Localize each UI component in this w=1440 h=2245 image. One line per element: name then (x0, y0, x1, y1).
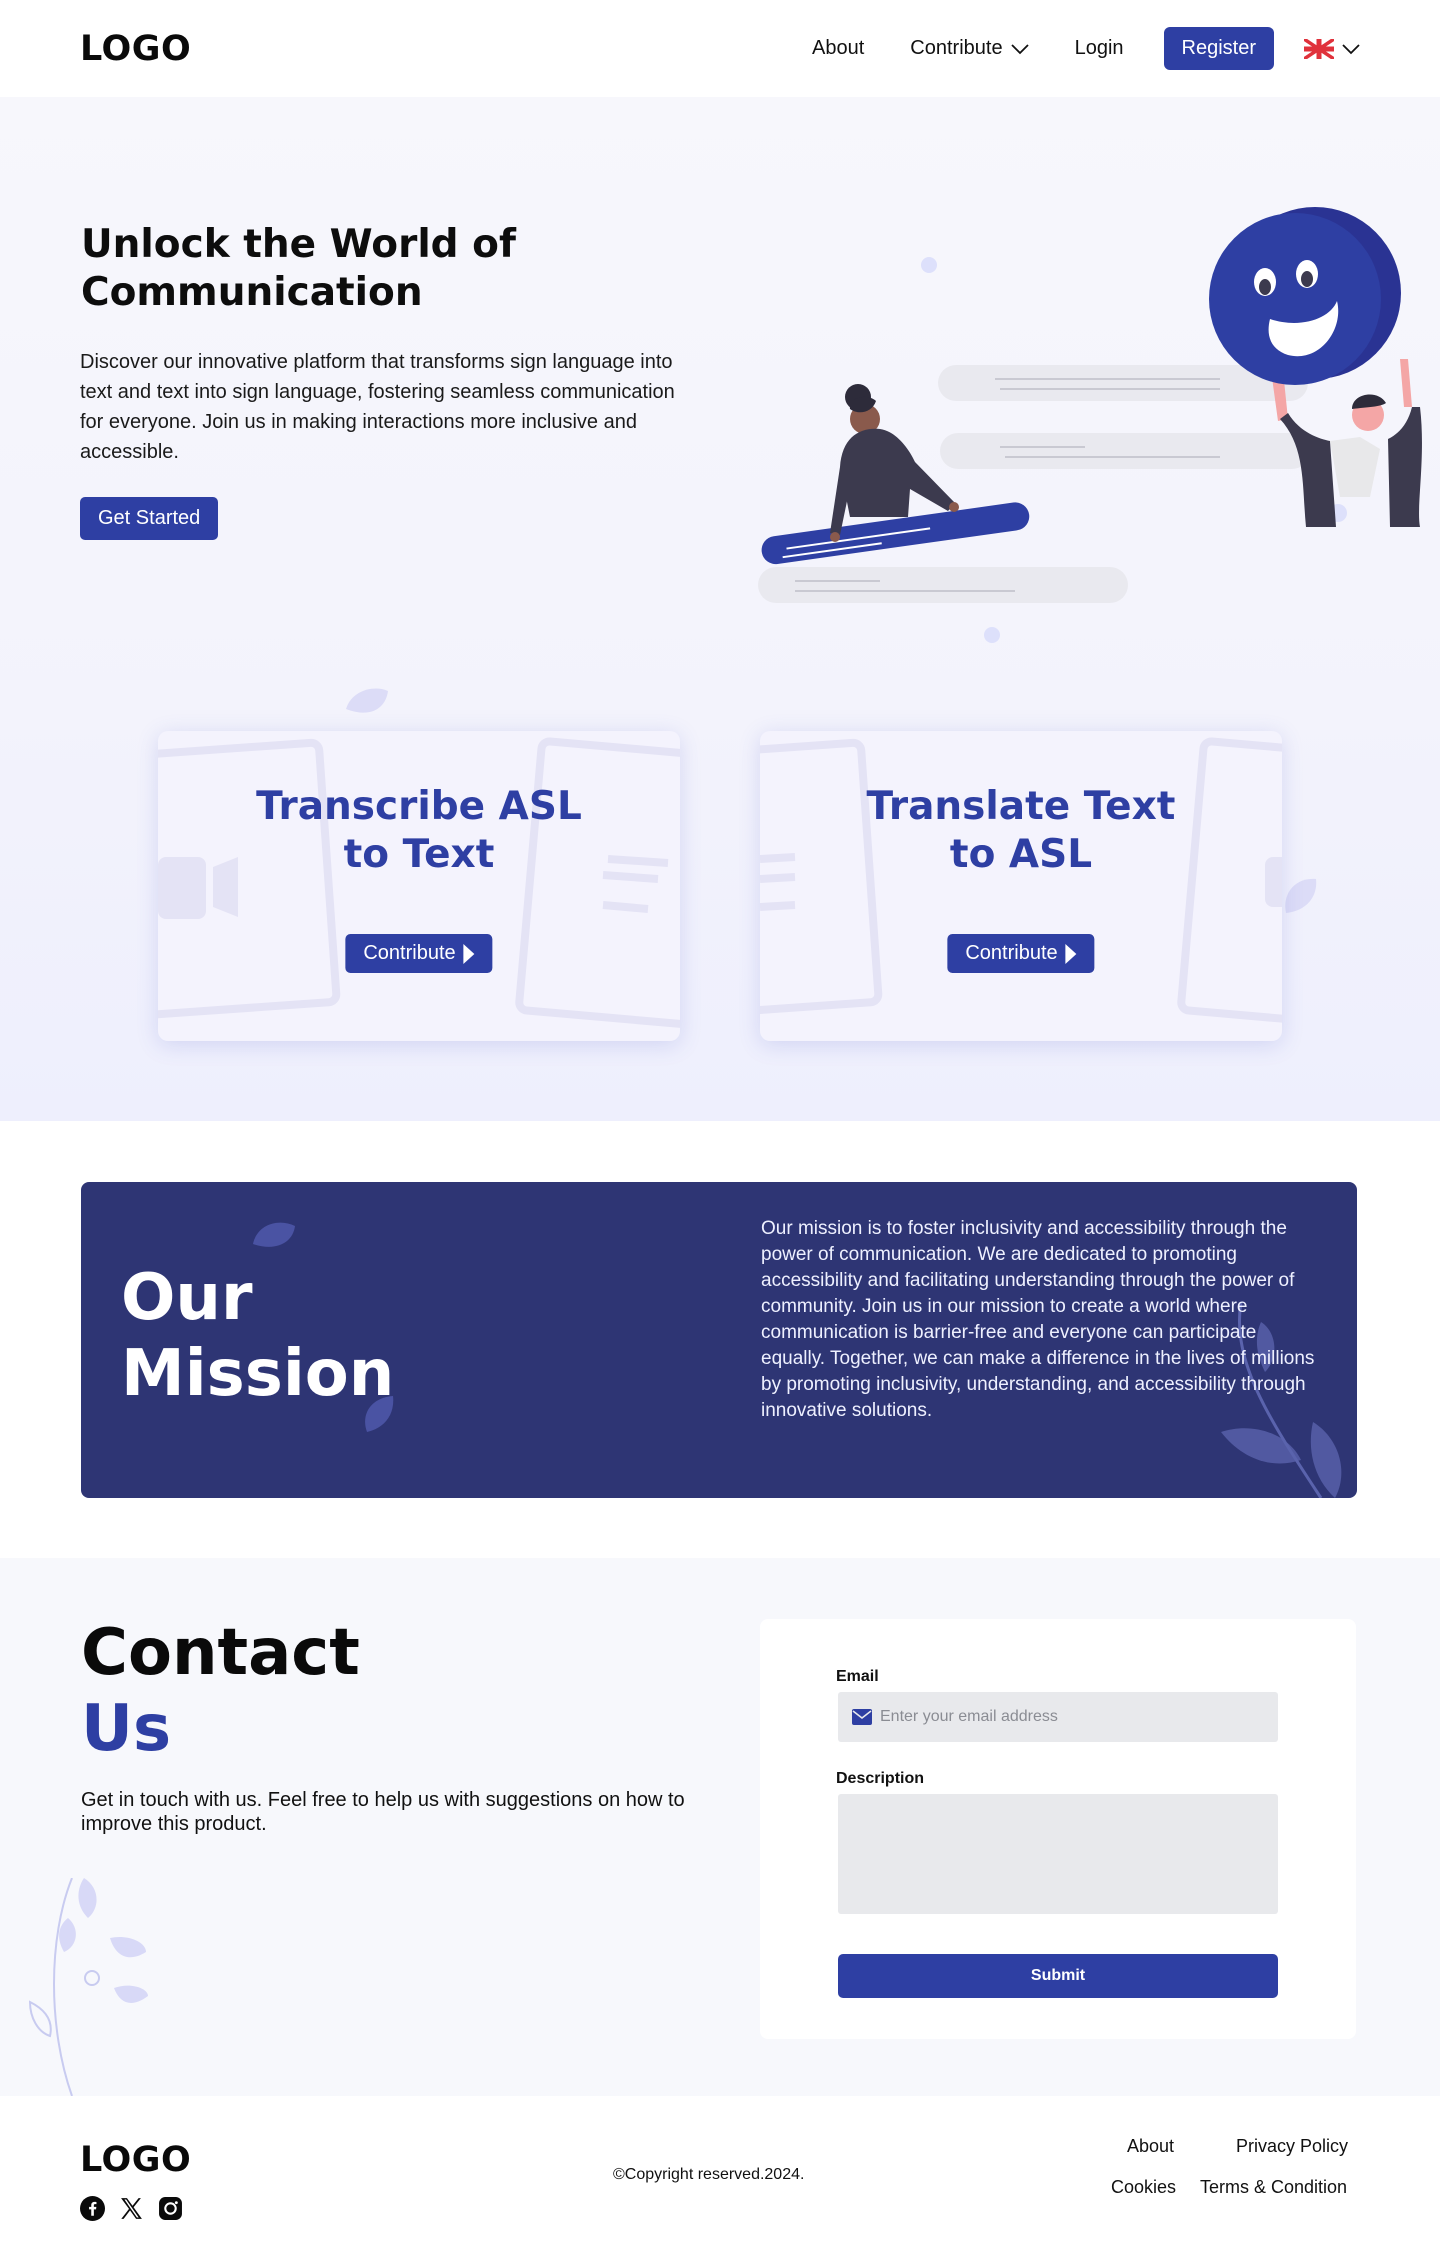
uk-flag-icon (1304, 38, 1334, 59)
hero-illustration (758, 207, 1422, 643)
play-icon (1065, 943, 1077, 964)
x-icon[interactable] (119, 2196, 144, 2226)
footer-link-terms[interactable]: Terms & Condition (1200, 2177, 1347, 2198)
mission-title: Our Mission (121, 1260, 421, 1412)
facebook-icon[interactable] (80, 2196, 105, 2226)
card-title-line: to ASL (949, 832, 1093, 877)
contribute-label: Contribute (363, 942, 456, 964)
transcribe-asl-card: Transcribe ASL to Text Contribute (158, 731, 680, 1041)
footer-logo[interactable]: LOGO (80, 2140, 191, 2180)
email-placeholder: Enter your email address (880, 1708, 1058, 1725)
mail-icon (852, 1709, 872, 1725)
mission-banner: Our Mission Our mission is to foster inc… (81, 1182, 1357, 1498)
email-label: Email (836, 1668, 879, 1685)
phone-outline-decoration-icon (760, 737, 1282, 1031)
chevron-down-icon (1342, 43, 1360, 54)
language-selector[interactable] (1304, 38, 1360, 59)
hero-section: Unlock the World of Communication Discov… (0, 97, 1440, 1121)
contact-title-line: Contact (81, 1616, 360, 1690)
contact-title-highlight: Us (81, 1692, 172, 1766)
contact-form: Email Enter your email address Descripti… (760, 1619, 1356, 2039)
mission-title-line: Our (121, 1261, 253, 1335)
hero-description: Discover our innovative platform that tr… (80, 351, 675, 463)
card-title: Translate Text to ASL (760, 783, 1282, 879)
contact-description: Get in touch with us. Feel free to help … (81, 1789, 685, 1835)
copyright-text: ©Copyright reserved.2024. (613, 2166, 805, 2183)
social-links (80, 2196, 197, 2226)
nav-contribute-dropdown[interactable]: Contribute (910, 37, 1029, 60)
top-nav: LOGO About Contribute Login Register (0, 0, 1440, 97)
contribute-button[interactable]: Contribute (947, 934, 1095, 973)
nav-about[interactable]: About (812, 37, 864, 60)
play-icon (463, 943, 475, 964)
nav-contribute-label: Contribute (910, 37, 1003, 59)
hero-title: Unlock the World of Communication (81, 222, 516, 315)
get-started-button[interactable]: Get Started (80, 497, 219, 540)
leaf-decoration-icon (346, 688, 388, 713)
nav-login[interactable]: Login (1075, 37, 1124, 60)
plant-decoration-icon (28, 1878, 148, 2096)
description-label: Description (836, 1770, 925, 1787)
card-title-line: Translate Text (866, 784, 1176, 829)
nav-links: About Contribute Login Register (812, 27, 1360, 70)
contact-section: Contact Us Get in touch with us. Feel fr… (0, 1558, 1440, 2096)
contact-title: Contact Us (81, 1615, 360, 1767)
footer-link-about[interactable]: About (1127, 2136, 1174, 2157)
register-button[interactable]: Register (1163, 27, 1274, 70)
instagram-icon[interactable] (158, 2196, 183, 2226)
card-title: Transcribe ASL to Text (158, 783, 680, 879)
mission-section: Our Mission Our mission is to foster inc… (0, 1121, 1440, 1558)
card-title-line: Transcribe ASL (256, 784, 582, 829)
phone-outline-decoration-icon (158, 737, 680, 1031)
logo[interactable]: LOGO (80, 29, 191, 69)
submit-button[interactable]: Submit (838, 1954, 1278, 1998)
leaf-decoration-icon (253, 1222, 295, 1247)
footer-link-cookies[interactable]: Cookies (1111, 2177, 1176, 2198)
leaf-decoration-icon (1285, 878, 1317, 913)
footer-link-privacy[interactable]: Privacy Policy (1236, 2136, 1348, 2157)
footer: LOGO ©Copyright reserved.2024. About Pri… (0, 2096, 1440, 2245)
mission-title-line: Mission (121, 1337, 395, 1411)
description-field[interactable] (838, 1794, 1278, 1914)
mission-text: Our mission is to foster inclusivity and… (761, 1218, 1315, 1421)
chevron-down-icon (1010, 43, 1029, 54)
card-title-line: to Text (343, 832, 495, 877)
contribute-label: Contribute (965, 942, 1058, 964)
contribute-button[interactable]: Contribute (345, 934, 493, 973)
email-field[interactable]: Enter your email address (838, 1692, 1278, 1742)
translate-text-card: Translate Text to ASL Contribute (760, 731, 1282, 1041)
